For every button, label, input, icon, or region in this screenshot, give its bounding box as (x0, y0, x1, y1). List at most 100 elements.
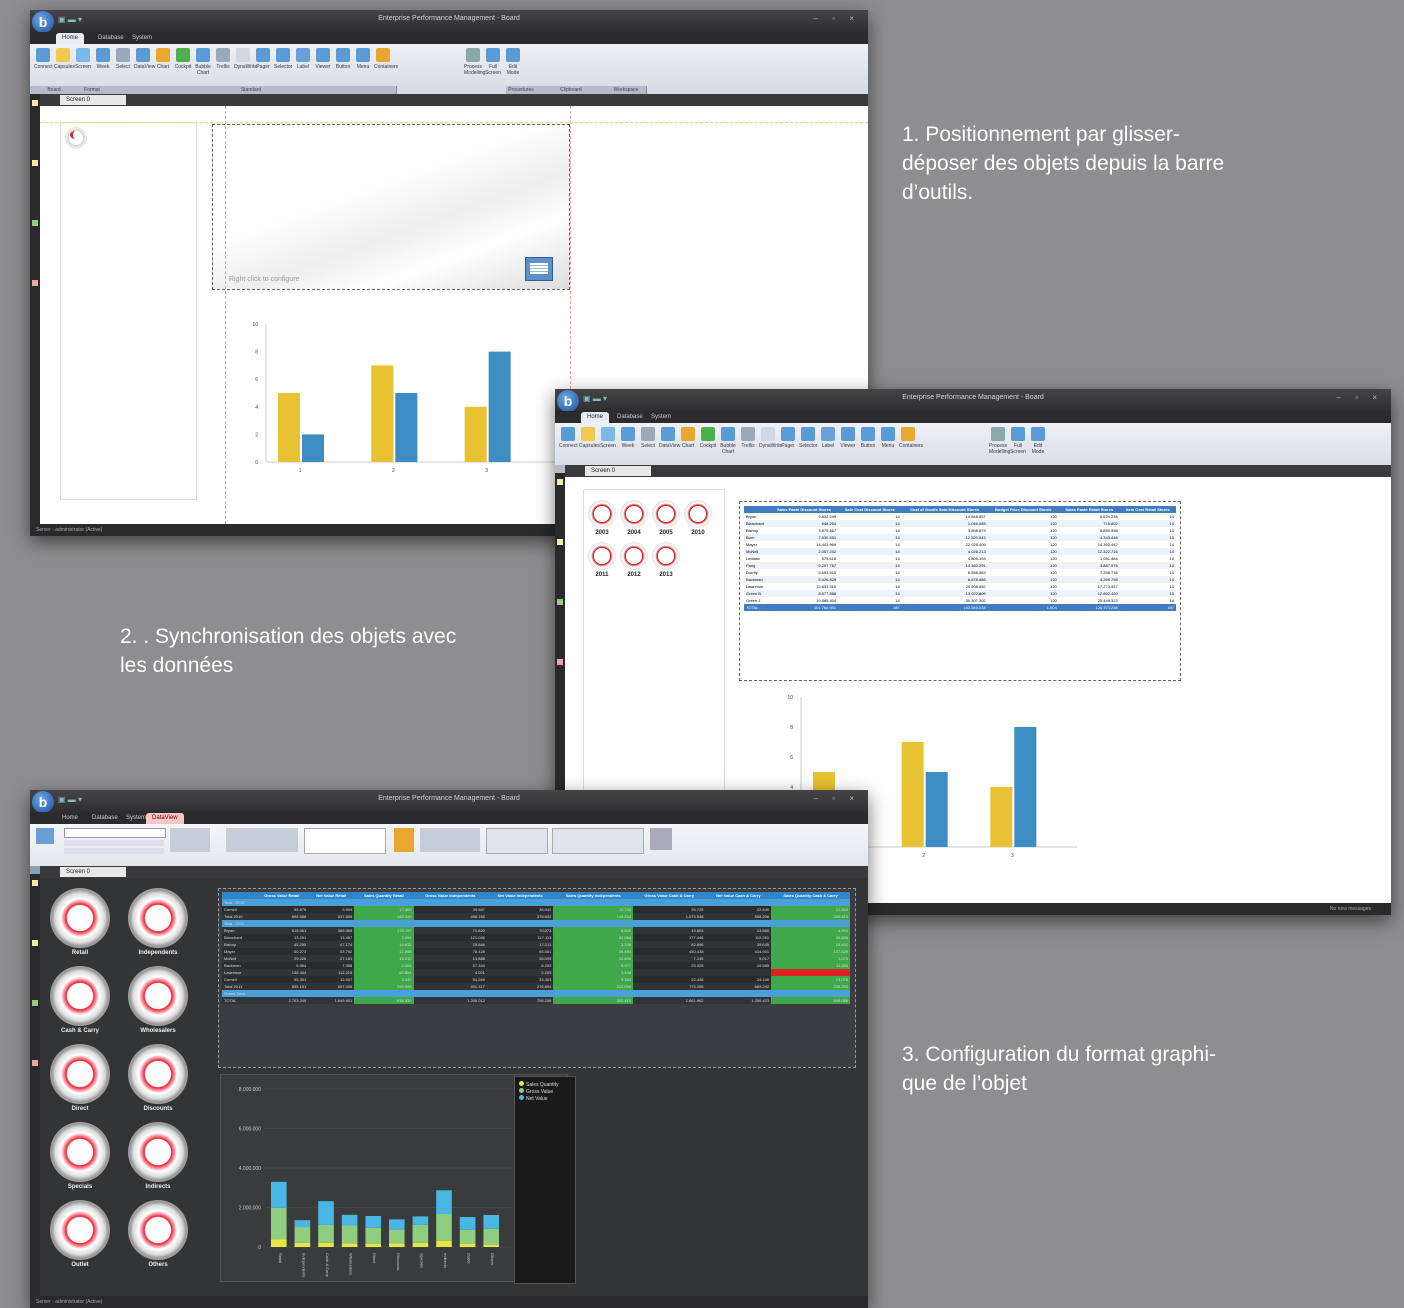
menu-icon[interactable] (32, 880, 38, 886)
background-group[interactable] (420, 828, 480, 852)
gauge-icon[interactable] (128, 966, 188, 1026)
ribbon-button[interactable]: Chart (679, 427, 697, 449)
window-controls[interactable]: – ▫ × (1337, 393, 1383, 402)
tab-home[interactable]: Home (581, 412, 610, 423)
dataview-placeholder[interactable]: Right click to configure (212, 124, 570, 290)
table-row[interactable]: Green J. 19.885.404 14 30.307.302 120 25.449.… (744, 597, 1176, 604)
bar-segment[interactable] (459, 1229, 476, 1244)
ribbon-button[interactable]: Menu (354, 48, 372, 70)
column-header[interactable]: Sales Quantity Cash & Carry (771, 892, 850, 899)
column-header[interactable] (222, 892, 256, 899)
bar-segment[interactable] (294, 1220, 311, 1228)
gauge-icon[interactable] (128, 1044, 188, 1104)
gauge-icon[interactable] (652, 500, 680, 528)
tab-database[interactable]: Database (611, 412, 649, 423)
search-icon[interactable] (557, 659, 563, 665)
tab-home[interactable]: Home (56, 813, 84, 824)
table-row[interactable]: Bryan 9.832.249 14 14.848.857 120 8.624.238 14 (744, 513, 1176, 520)
ribbon-button[interactable]: Pager (779, 427, 797, 449)
show-horizontal-border-lines[interactable] (64, 848, 164, 854)
bar-segment[interactable] (341, 1225, 358, 1244)
bar-segment[interactable] (341, 1214, 358, 1226)
tab-system[interactable]: System (645, 412, 677, 423)
cart-icon[interactable] (32, 940, 38, 946)
ribbon-button[interactable]: Edit Mode (1029, 427, 1047, 455)
ribbon-button[interactable]: Cockpit (174, 48, 192, 70)
bar-segment[interactable] (294, 1242, 311, 1247)
cart-icon[interactable] (32, 160, 38, 166)
ribbon-button[interactable]: Process Modelling (989, 427, 1010, 455)
table-row[interactable]: McNeil 29.026 27.181 19.232 13.888 36.099 12.6… (222, 955, 850, 962)
ribbon-button[interactable]: Trellis (739, 427, 757, 449)
layout-icon[interactable] (32, 220, 38, 226)
ribbon-button[interactable]: Full Screen (484, 48, 502, 76)
column-header[interactable]: Sale Cost Discount Stores (838, 506, 902, 513)
bar[interactable] (901, 742, 924, 847)
bar[interactable] (1014, 727, 1037, 847)
ribbon-button[interactable]: Week (94, 48, 112, 70)
tab-system[interactable]: System (126, 33, 158, 44)
bar[interactable] (925, 772, 948, 847)
bar-segment[interactable] (271, 1239, 287, 1247)
bar[interactable] (395, 393, 418, 462)
bar-segment[interactable] (436, 1214, 452, 1241)
layout-icon[interactable] (557, 599, 563, 605)
bar-segment[interactable] (412, 1242, 429, 1247)
table-row[interactable]: Year : 2010 (222, 899, 850, 906)
gauge-icon[interactable] (684, 500, 712, 528)
column-header[interactable]: Sales Quantity Independents (553, 892, 634, 899)
search-icon[interactable] (32, 1060, 38, 1066)
column-header[interactable]: Sales Paste Discount Stores (769, 506, 839, 513)
table-row[interactable]: Total 2010 898.588 537.509 182.349 458.155 37… (222, 913, 850, 920)
gauge-icon[interactable] (50, 966, 110, 1026)
ribbon-button[interactable]: Week (619, 427, 637, 449)
table-row[interactable]: Mayer 50.273 53.752 17.098 78.428 65.081 29.49… (222, 948, 850, 955)
ribbon-button[interactable]: DataView (659, 427, 680, 449)
dataview-table[interactable]: Gross Value Retail Net Value Retail Sales … (218, 888, 856, 1068)
table-row[interactable]: Cornell 55.301 12.007 5.332 54.269 33.383 5.35… (222, 976, 850, 983)
ribbon-button[interactable]: Capsules (54, 48, 75, 70)
table-row[interactable]: Green B. 8.677.888 14 13.922.809 120 12.892.4… (744, 590, 1176, 597)
window-controls[interactable]: – ▫ × (814, 794, 860, 803)
bar-segment[interactable] (436, 1240, 452, 1247)
bar-segment[interactable] (436, 1190, 452, 1215)
tab-dataview[interactable]: DataView (146, 813, 184, 824)
master-layout-icon[interactable] (394, 828, 414, 852)
bar[interactable] (278, 393, 300, 462)
bar-segment[interactable] (318, 1224, 334, 1243)
bar-segment[interactable] (271, 1207, 287, 1240)
bar-segment[interactable] (365, 1227, 381, 1244)
ribbon-button[interactable]: Containers (374, 48, 398, 70)
chart-1[interactable]: 02468101 2 3 (226, 314, 566, 482)
column-header[interactable]: Cost of Goods Sold Discount Stores (901, 506, 988, 513)
gauge-icon[interactable] (588, 500, 616, 528)
table-row[interactable]: Bryan 515.061 385.069 178.197 71.620 70.073 5.… (222, 927, 850, 934)
grid-style-dropdown[interactable] (64, 828, 166, 838)
column-header[interactable]: Sales Quantity Retail (354, 892, 414, 899)
bar-segment[interactable] (365, 1215, 381, 1228)
column-header[interactable]: Gross Value Independents (413, 892, 487, 899)
ribbon-button[interactable]: Process Modelling (464, 48, 485, 76)
ribbon-button[interactable]: Bubble Chart (194, 48, 212, 76)
table-row[interactable]: Lawrence 138.444 112.215 60.854 4.021 2.253 1.… (222, 969, 850, 976)
ribbon-button[interactable]: Pager (254, 48, 272, 70)
ribbon-button[interactable]: Viewer (839, 427, 857, 449)
graphic-effects-group[interactable] (486, 828, 548, 854)
column-header[interactable]: Net Value Retail (308, 892, 355, 899)
ribbon-button[interactable]: Trellis (214, 48, 232, 70)
table-row[interactable]: Blanchard 13.291 13.467 3.094 121.046 117.113… (222, 934, 850, 941)
table-row[interactable]: Pang 9.297.767 14 14.460.291 120 3.887.976 14 (744, 562, 1176, 569)
screen-tab[interactable]: Screen 0 (60, 95, 126, 105)
ribbon-button[interactable]: Bubble Chart (719, 427, 737, 455)
gauge-icon[interactable] (620, 500, 648, 528)
table-row[interactable]: Blanchard 648.254 14 1.046.085 120 715.802 14 (744, 520, 1176, 527)
column-header[interactable]: Budget Price Discount Stores (987, 506, 1059, 513)
bar[interactable] (990, 787, 1013, 847)
ribbon-button[interactable]: Connect (34, 48, 53, 70)
table-row[interactable]: McNeil 2.057.202 14 4.026.213 120 12.322.716 1… (744, 548, 1176, 555)
table-row[interactable]: Total 2011 855.151 657.436 299.998 491.317 27… (222, 983, 850, 990)
bar-segment[interactable] (271, 1181, 287, 1208)
column-header[interactable]: Net Value Cash & Carry (705, 892, 772, 899)
graphic-options-group[interactable] (170, 828, 210, 852)
dataview-table[interactable]: Sales Paste Discount Stores Sale Cost Dis… (739, 501, 1181, 681)
